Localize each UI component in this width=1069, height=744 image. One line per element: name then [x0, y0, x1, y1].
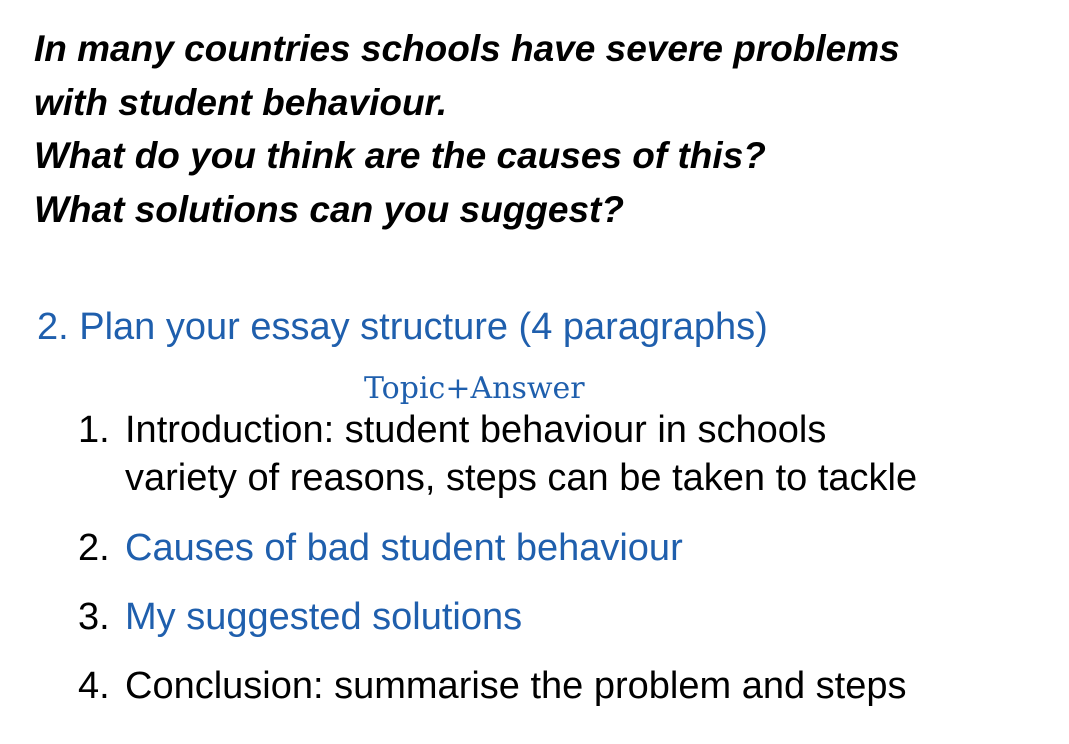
list-item: 2. Causes of bad student behaviour — [78, 524, 683, 572]
list-item: 3. My suggested solutions — [78, 593, 522, 641]
list-item-text: Causes of bad student behaviour — [125, 524, 683, 572]
list-item-number: 1. — [78, 409, 110, 451]
list-item-number: 3. — [78, 596, 110, 638]
list-item-line: variety of reasons, steps can be taken t… — [125, 457, 918, 499]
list-item-line: Conclusion: summarise the problem and st… — [125, 665, 907, 707]
list-item-line: My suggested solutions — [125, 596, 523, 638]
essay-question: In many countries schools have severe pr… — [34, 22, 1054, 236]
list-item-text: Conclusion: summarise the problem and st… — [125, 662, 907, 710]
list-item-text: My suggested solutions — [125, 593, 522, 641]
list-item-line: Introduction: student behaviour in schoo… — [125, 409, 827, 451]
list-item-line: Causes of bad student behaviour — [125, 527, 683, 569]
handwritten-annotation: Topic+Answer — [364, 371, 585, 406]
question-line: What do you think are the causes of this… — [34, 135, 766, 176]
question-line: What solutions can you suggest? — [34, 188, 624, 230]
list-item-number: 2. — [78, 527, 110, 569]
list-item: 1. Introduction: student behaviour in sch… — [78, 406, 917, 502]
question-line: In many countries schools have severe pr… — [34, 28, 900, 69]
list-item-text: Introduction: student behaviour in schoo… — [125, 406, 917, 502]
plan-heading: 2. Plan your essay structure (4 paragrap… — [37, 306, 768, 348]
list-item: 4. Conclusion: summarise the problem and … — [78, 662, 907, 710]
list-item-number: 4. — [78, 665, 110, 707]
question-line: with student behaviour. — [34, 81, 448, 123]
